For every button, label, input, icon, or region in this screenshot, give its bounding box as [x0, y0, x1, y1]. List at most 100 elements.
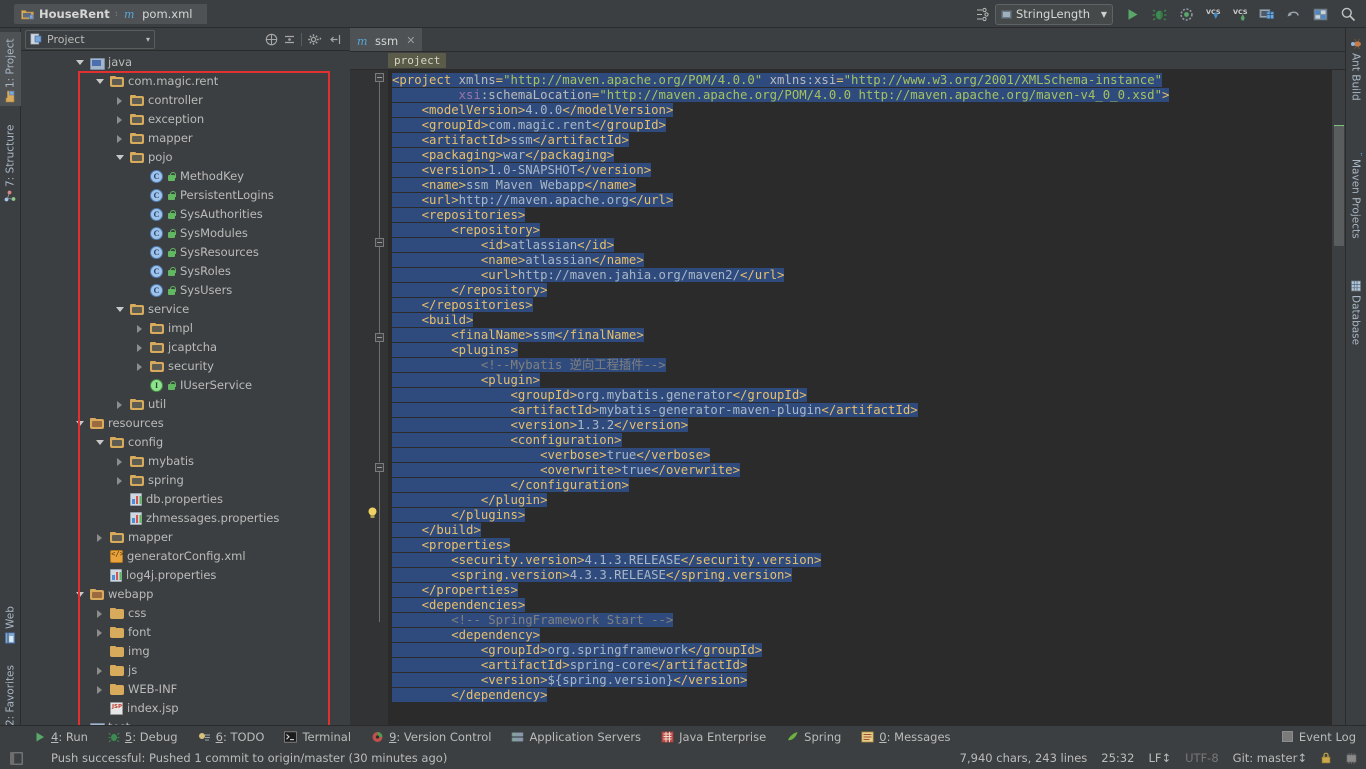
- chevron-right-icon[interactable]: [115, 399, 126, 410]
- vcs-commit-button[interactable]: VCS: [1228, 3, 1252, 25]
- tree-node[interactable]: spring: [21, 471, 350, 490]
- tree-node[interactable]: generatorConfig.xml: [21, 547, 350, 566]
- tree-node[interactable]: java: [21, 53, 350, 72]
- file-encoding[interactable]: UTF-8: [1185, 751, 1219, 765]
- tree-node[interactable]: img: [21, 642, 350, 661]
- tree-node[interactable]: C SysAuthorities: [21, 205, 350, 224]
- tree-node[interactable]: index.jsp: [21, 699, 350, 718]
- tree-node[interactable]: css: [21, 604, 350, 623]
- chevron-down-icon[interactable]: [115, 304, 126, 315]
- chevron-right-icon[interactable]: [115, 95, 126, 106]
- memory-indicator-icon[interactable]: [1345, 752, 1358, 765]
- tree-node[interactable]: resources: [21, 414, 350, 433]
- tree-node[interactable]: exception: [21, 110, 350, 129]
- tree-node[interactable]: C PersistentLogins: [21, 186, 350, 205]
- line-separator[interactable]: LF↕: [1148, 751, 1171, 765]
- sidebar-item-structure[interactable]: 7: Structure: [0, 114, 21, 206]
- chevron-down-icon[interactable]: [75, 57, 86, 68]
- chevron-right-icon[interactable]: [115, 114, 126, 125]
- sidebar-item-web[interactable]: Web: [0, 590, 21, 648]
- project-tree[interactable]: java com.magic.rent controller exception map…: [21, 51, 350, 725]
- chevron-right-icon[interactable]: [135, 323, 146, 334]
- tree-node[interactable]: C MethodKey: [21, 167, 350, 186]
- tree-node[interactable]: js: [21, 661, 350, 680]
- tree-node[interactable]: mybatis: [21, 452, 350, 471]
- fold-marker[interactable]: −: [375, 463, 384, 472]
- fold-marker[interactable]: −: [375, 73, 384, 82]
- chevron-right-icon[interactable]: [95, 608, 106, 619]
- fold-marker[interactable]: −: [375, 333, 384, 342]
- tree-node[interactable]: impl: [21, 319, 350, 338]
- search-everywhere-button[interactable]: [1336, 3, 1360, 25]
- git-branch[interactable]: Git: master↕: [1233, 751, 1307, 765]
- close-icon[interactable]: ✕: [406, 34, 415, 47]
- caret-position[interactable]: 25:32: [1101, 751, 1134, 765]
- collapse-all-icon[interactable]: [265, 33, 278, 46]
- tree-node[interactable]: com.magic.rent: [21, 72, 350, 91]
- chevron-right-icon[interactable]: [115, 456, 126, 467]
- tree-node[interactable]: db.properties: [21, 490, 350, 509]
- breadcrumb-file[interactable]: m pom.xml: [117, 3, 207, 24]
- tree-node[interactable]: zhmessages.properties: [21, 509, 350, 528]
- chevron-right-icon[interactable]: [115, 475, 126, 486]
- coverage-button[interactable]: [1174, 3, 1198, 25]
- tree-node[interactable]: C SysRoles: [21, 262, 350, 281]
- chevron-down-icon[interactable]: [95, 76, 106, 87]
- sidebar-item-project[interactable]: 1: Project: [0, 32, 21, 106]
- bottom-tab-spring[interactable]: Spring: [776, 726, 851, 748]
- bottom-tab-application-servers[interactable]: Application Servers: [501, 726, 651, 748]
- tree-node[interactable]: service: [21, 300, 350, 319]
- read-only-lock-icon[interactable]: [1321, 752, 1331, 764]
- fold-marker[interactable]: −: [375, 238, 384, 247]
- hide-panel-icon[interactable]: [329, 33, 342, 46]
- breadcrumb-element-project[interactable]: project: [388, 53, 447, 68]
- tree-node[interactable]: C SysModules: [21, 224, 350, 243]
- chevron-right-icon[interactable]: [115, 133, 126, 144]
- chevron-down-icon[interactable]: [115, 152, 126, 163]
- debug-button[interactable]: [1147, 3, 1171, 25]
- chevron-right-icon[interactable]: [95, 684, 106, 695]
- vcs-update-button[interactable]: VCS: [1201, 3, 1225, 25]
- sidebar-item-maven-projects[interactable]: m Maven Projects: [1345, 140, 1366, 250]
- project-view-selector[interactable]: Project ▾: [25, 29, 155, 49]
- code-editor[interactable]: − − − − <project xmlns="http://maven.apa…: [350, 70, 1345, 725]
- settings-gear-icon[interactable]: [307, 33, 324, 46]
- tree-node[interactable]: mapper: [21, 528, 350, 547]
- tree-node[interactable]: pojo: [21, 148, 350, 167]
- tree-node[interactable]: webapp: [21, 585, 350, 604]
- code-content[interactable]: <project xmlns="http://maven.apache.org/…: [388, 70, 1345, 725]
- intention-bulb-icon[interactable]: [367, 507, 378, 519]
- bottom-tab-java-enterprise[interactable]: Java Enterprise: [651, 726, 776, 748]
- run-button[interactable]: [1120, 3, 1144, 25]
- editor-scrollbar[interactable]: [1332, 70, 1345, 725]
- editor-gutter[interactable]: − − − −: [350, 70, 388, 725]
- sidebar-item-database[interactable]: Database: [1345, 276, 1366, 358]
- tree-node[interactable]: font: [21, 623, 350, 642]
- bottom-tab-terminal[interactable]: Terminal: [274, 726, 361, 748]
- bottom-tab-todo[interactable]: 6: TODO: [188, 726, 275, 748]
- tree-node[interactable]: log4j.properties: [21, 566, 350, 585]
- tree-node[interactable]: C SysResources: [21, 243, 350, 262]
- chevron-right-icon[interactable]: [135, 342, 146, 353]
- run-configuration-selector[interactable]: StringLength ▼: [995, 3, 1113, 25]
- event-log-label[interactable]: Event Log: [1299, 730, 1356, 744]
- tree-node[interactable]: C SysUsers: [21, 281, 350, 300]
- chevron-right-icon[interactable]: [95, 627, 106, 638]
- tree-node[interactable]: util: [21, 395, 350, 414]
- breadcrumb-project[interactable]: HouseRent: [14, 3, 117, 24]
- scrollbar-thumb[interactable]: [1334, 126, 1344, 246]
- chevron-right-icon[interactable]: [95, 532, 106, 543]
- bottom-tab-run[interactable]: 4: Run: [24, 726, 98, 748]
- chevron-right-icon[interactable]: [95, 665, 106, 676]
- chevron-down-icon[interactable]: [75, 589, 86, 600]
- tab-ssm[interactable]: m ssm ✕: [350, 28, 423, 51]
- tree-node[interactable]: I IUserService: [21, 376, 350, 395]
- bottom-tab-debug[interactable]: 5: Debug: [98, 726, 188, 748]
- sidebar-item-ant-build[interactable]: Ant Build: [1345, 34, 1366, 108]
- tree-node[interactable]: jcaptcha: [21, 338, 350, 357]
- settings-button[interactable]: [1309, 3, 1333, 25]
- toolbar-toggle-icon[interactable]: [975, 7, 990, 22]
- undo-button[interactable]: [1282, 3, 1306, 25]
- tree-node[interactable]: WEB-INF: [21, 680, 350, 699]
- tree-node[interactable]: security: [21, 357, 350, 376]
